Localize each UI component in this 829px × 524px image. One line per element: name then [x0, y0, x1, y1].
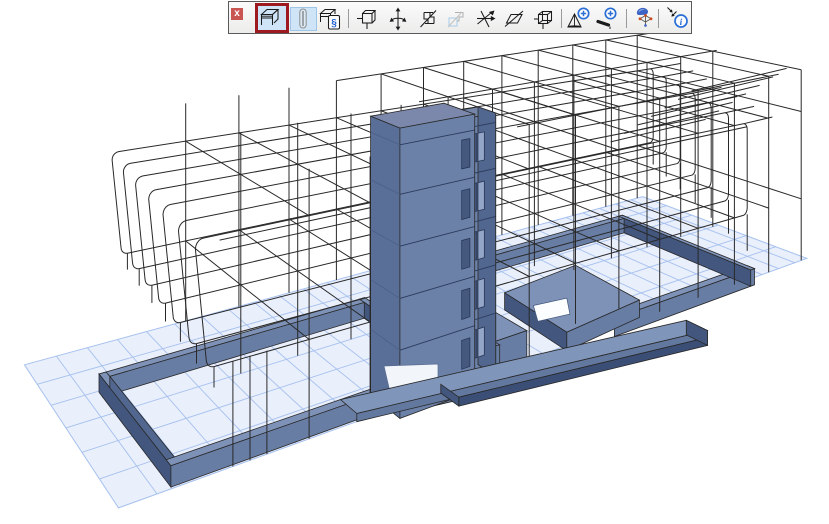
svg-text:§: §: [331, 18, 337, 29]
svg-text:i: i: [680, 18, 683, 28]
